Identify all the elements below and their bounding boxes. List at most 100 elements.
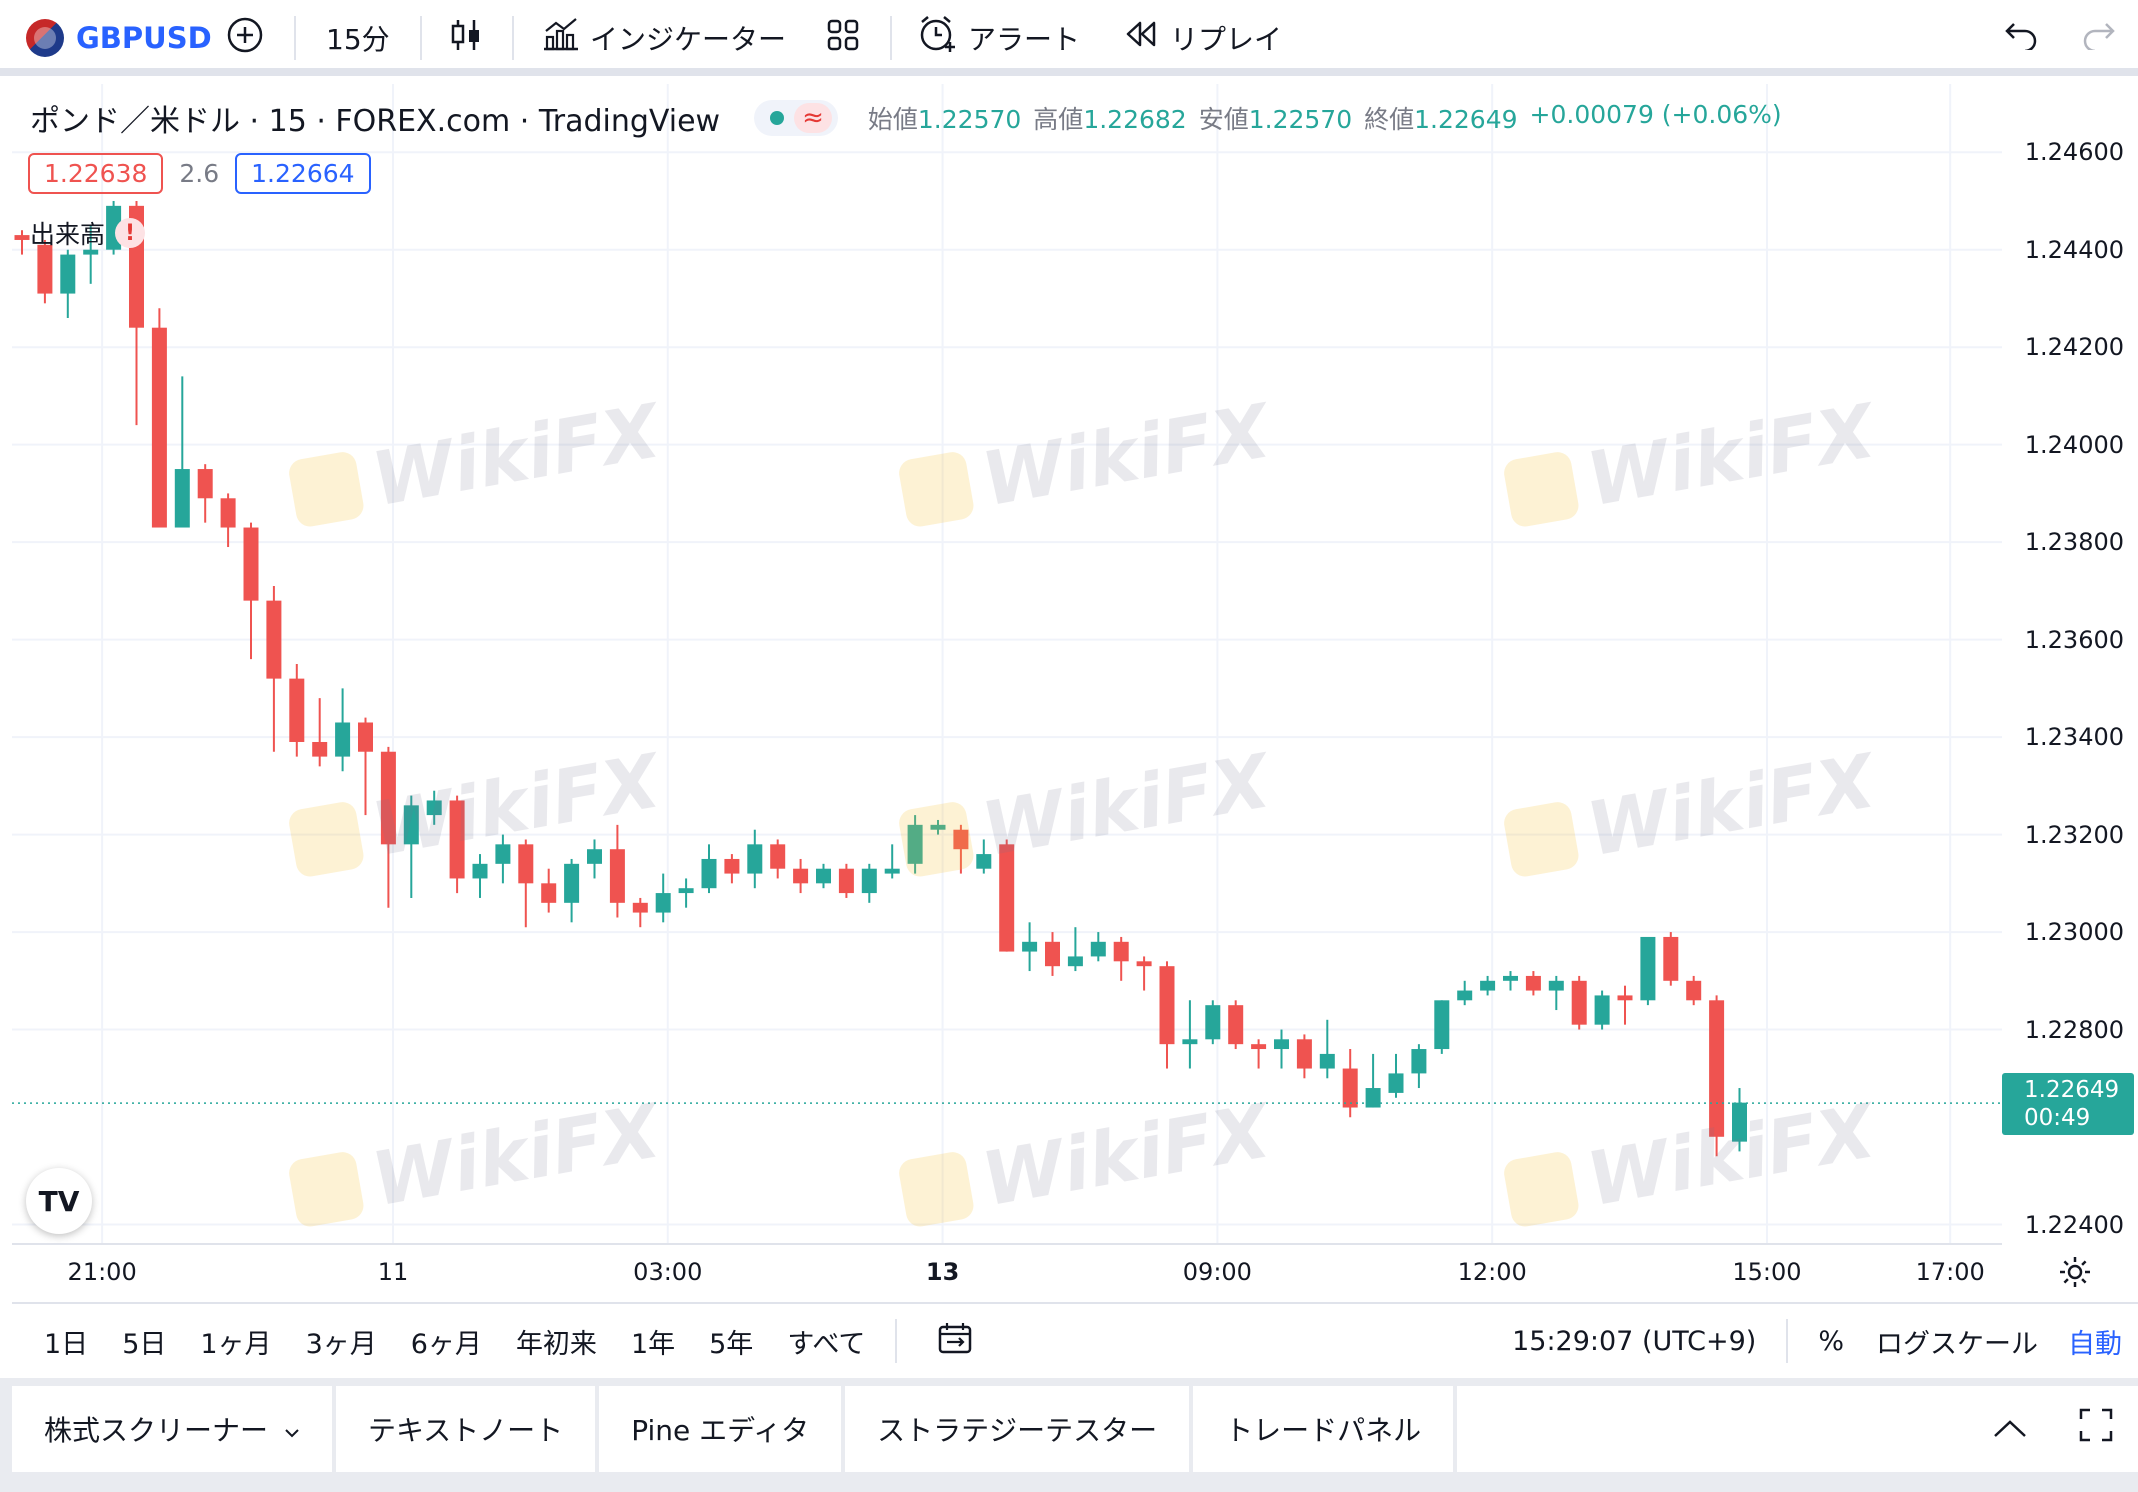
candle-body	[1251, 1044, 1267, 1050]
candle	[1525, 971, 1541, 996]
replay-button[interactable]: リプレイ	[1124, 0, 1282, 76]
percent-toggle[interactable]: %	[1818, 1326, 1844, 1357]
low-value: 1.22570	[1248, 105, 1353, 134]
candle-body	[1296, 1039, 1312, 1069]
gear-icon	[2058, 1257, 2092, 1298]
candle-body	[472, 863, 488, 879]
chart-type-button[interactable]	[450, 0, 482, 76]
candle	[1411, 1044, 1427, 1089]
auto-scale-toggle[interactable]: 自動	[2068, 1322, 2122, 1361]
candle	[907, 815, 923, 874]
candle-body	[770, 844, 786, 869]
chevron-up-icon[interactable]	[1992, 1410, 2028, 1448]
candle	[1503, 971, 1518, 991]
range-option[interactable]: 6ヶ月	[411, 1322, 482, 1361]
candle-body	[403, 805, 419, 845]
legend-title[interactable]: ポンド／米ドル · 15 · FOREX.com · TradingView	[30, 96, 720, 140]
candle	[1571, 975, 1587, 1030]
price-tick-label: 1.24000	[2024, 430, 2124, 459]
range-option[interactable]: すべて	[787, 1322, 865, 1361]
candle-body	[1548, 980, 1564, 991]
candle-body	[1365, 1088, 1381, 1108]
range-option[interactable]: 1ヶ月	[200, 1322, 271, 1361]
fullscreen-icon[interactable]	[2078, 1407, 2114, 1451]
layout-button[interactable]	[826, 0, 860, 76]
candle	[197, 464, 213, 523]
buy-price-button[interactable]: 1.22664	[235, 153, 371, 194]
candle-body	[1571, 980, 1587, 1025]
candle	[816, 863, 831, 889]
range-option[interactable]: 1日	[44, 1322, 88, 1361]
time-tick-label: 11	[377, 1258, 409, 1286]
candle-body	[1663, 936, 1679, 981]
candle-body	[884, 868, 900, 874]
warning-icon[interactable]: !	[115, 218, 146, 248]
chart-settings-button[interactable]	[2058, 1255, 2092, 1298]
candle-body	[1388, 1073, 1404, 1093]
clock-timezone[interactable]: 15:29:07 (UTC+9)	[1512, 1326, 1756, 1357]
candle	[1686, 975, 1702, 1006]
redo-button[interactable]	[2080, 0, 2116, 76]
date-range-bar: 1日 5日 1ヶ月 3ヶ月 6ヶ月 年初来 1年 5年 すべて 15:29:07 (UTC+9)…	[12, 1302, 2138, 1378]
candle	[1090, 932, 1106, 962]
candle	[174, 376, 190, 528]
candle	[1434, 1000, 1450, 1054]
market-status[interactable]: ≈	[754, 100, 838, 136]
range-option[interactable]: 5日	[122, 1322, 166, 1361]
candle-body	[1342, 1068, 1358, 1108]
candle-body	[358, 722, 373, 752]
time-tick-label: 13	[925, 1258, 960, 1286]
symbol-search-button[interactable]: GBPUSD	[26, 0, 212, 76]
candle	[1136, 956, 1152, 991]
chart-pane[interactable]	[12, 84, 2138, 1302]
tradingview-logo-icon[interactable]: TV	[26, 1168, 92, 1234]
candle	[861, 863, 877, 903]
candle-body	[1228, 1005, 1244, 1045]
candle-body	[1640, 936, 1656, 1001]
tab-text-notes[interactable]: テキストノート	[336, 1386, 600, 1472]
candle-body	[220, 498, 236, 528]
candle	[1228, 1000, 1244, 1050]
sell-price-button[interactable]: 1.22638	[28, 153, 164, 194]
undo-button[interactable]	[2004, 0, 2040, 76]
price-tick-label: 1.23400	[2024, 723, 2124, 752]
rewind-icon	[1124, 19, 1160, 57]
candle	[976, 839, 992, 874]
current-price-label: 1.22649 00:49	[2002, 1073, 2134, 1136]
candle-body	[1434, 1000, 1450, 1050]
alert-button[interactable]: アラート	[916, 0, 1080, 76]
volume-label: 出来高	[30, 220, 106, 249]
tab-strategy-tester[interactable]: ストラテジーテスター	[845, 1386, 1194, 1472]
tab-pine-editor[interactable]: Pine エディタ	[599, 1386, 846, 1472]
log-scale-toggle[interactable]: ログスケール	[1876, 1322, 2038, 1361]
time-tick-label: 15:00	[1732, 1258, 1802, 1286]
candle-body	[197, 469, 213, 499]
candle-body	[151, 327, 167, 528]
range-option[interactable]: 年初来	[516, 1322, 597, 1361]
tab-trading-panel[interactable]: トレードパネル	[1193, 1386, 1458, 1472]
candle-body	[587, 849, 602, 864]
tab-stock-screener[interactable]: 株式スクリーナー	[12, 1386, 337, 1472]
candle	[587, 839, 602, 879]
candle	[632, 897, 648, 928]
candle-body	[632, 902, 648, 913]
open-value: 1.22570	[917, 105, 1022, 134]
candle	[701, 844, 717, 894]
close-value: 1.22649	[1414, 105, 1518, 134]
interval-button[interactable]: 15分	[326, 0, 390, 76]
candle-body	[312, 741, 328, 757]
price-chart[interactable]	[12, 84, 2138, 1302]
candle-body	[724, 858, 740, 874]
date-range-button[interactable]	[937, 1321, 973, 1362]
candle-body	[564, 863, 580, 903]
candle	[518, 839, 534, 928]
compare-add-button[interactable]	[226, 0, 264, 76]
currency-flag-icon	[26, 19, 64, 57]
range-option[interactable]: 5年	[709, 1322, 753, 1361]
candle	[1365, 1053, 1381, 1108]
indicators-button[interactable]: インジケーター	[542, 0, 786, 76]
range-option[interactable]: 3ヶ月	[306, 1322, 377, 1361]
volume-indicator-legend[interactable]: 出来高 !	[30, 215, 146, 251]
candle-body	[243, 527, 259, 601]
range-option[interactable]: 1年	[631, 1322, 675, 1361]
